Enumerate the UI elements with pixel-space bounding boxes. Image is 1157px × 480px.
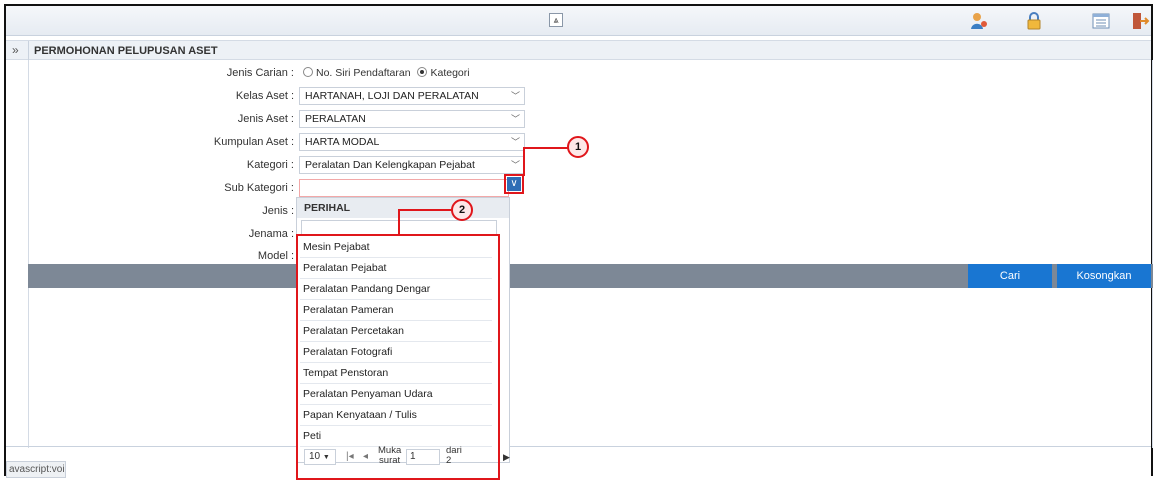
sub-category-label: Sub Kategori : xyxy=(224,182,294,194)
asset-class-select[interactable]: HARTANAH, LOJI DAN PERALATAN ﹀ xyxy=(299,87,525,105)
type-label: Jenis : xyxy=(262,205,294,217)
search-form: Jenis Carian : No. Siri Pendaftaran Kate… xyxy=(28,60,1153,264)
sub-category-dropdown-button[interactable]: ∨ xyxy=(507,177,521,191)
dropdown-option[interactable]: Peralatan Fotografi xyxy=(300,342,492,363)
list-icon[interactable] xyxy=(1091,11,1111,31)
radio-category[interactable] xyxy=(417,67,428,77)
radio-serial-number[interactable] xyxy=(303,67,313,77)
logout-icon[interactable] xyxy=(1130,11,1150,31)
category-value: Peralatan Dan Kelengkapan Pejabat xyxy=(305,159,475,171)
dropdown-arrow-icon: ▼ xyxy=(322,454,330,461)
header-divider xyxy=(28,41,29,61)
dropdown-option[interactable]: Papan Kenyataan / Tulis xyxy=(300,405,492,426)
brand-label: Jenama : xyxy=(248,228,294,240)
callout-2-line-h xyxy=(398,209,452,211)
asset-class-value: HARTANAH, LOJI DAN PERALATAN xyxy=(305,90,479,102)
app-window: ⩓ » PERMOHONAN PELUPUSAN ASET Jenis Cari… xyxy=(4,4,1153,480)
dropdown-option[interactable]: Tempat Penstoran xyxy=(300,363,492,384)
radio-serial-number-label: No. Siri Pendaftaran xyxy=(316,67,411,79)
dropdown-pager: 10 ▼ |◂ ◂ Muka surat 1 dari 2 xyxy=(300,446,492,469)
callout-1: 1 xyxy=(567,136,589,158)
clear-button[interactable]: Kosongkan xyxy=(1057,264,1151,288)
page-title: PERMOHONAN PELUPUSAN ASET xyxy=(34,45,218,57)
next-page-icon[interactable]: ▶ xyxy=(503,452,510,463)
callout-1-line-v xyxy=(523,148,525,176)
prev-page-icon[interactable]: ◂ xyxy=(363,451,368,462)
first-page-icon[interactable]: |◂ xyxy=(346,451,354,462)
top-toolbar: ⩓ xyxy=(6,6,1151,36)
dropdown-option[interactable]: Peti xyxy=(300,426,492,447)
chevron-down-icon: ﹀ xyxy=(510,114,520,124)
page-header: » PERMOHONAN PELUPUSAN ASET xyxy=(6,40,1151,61)
dropdown-option[interactable]: Peralatan Pejabat xyxy=(300,258,492,279)
search-type-label: Jenis Carian : xyxy=(226,67,294,79)
category-label: Kategori : xyxy=(246,159,294,171)
status-bar: avascript:void(0) xyxy=(6,461,66,478)
asset-group-value: HARTA MODAL xyxy=(305,136,380,148)
asset-class-label: Kelas Aset : xyxy=(235,90,294,102)
collapse-up-button[interactable]: ⩓ xyxy=(549,13,563,27)
dropdown-option[interactable]: Mesin Pejabat xyxy=(300,237,492,258)
page-size-select[interactable]: 10 ▼ xyxy=(304,449,336,465)
page-size-value: 10 xyxy=(309,451,321,462)
callout-2-line-v xyxy=(398,210,400,236)
model-label: Model : xyxy=(257,250,294,262)
dropdown-option[interactable]: Peralatan Penyaman Udara xyxy=(300,384,492,405)
search-type-group: No. Siri Pendaftaran Kategori xyxy=(303,67,470,79)
chevron-down-icon: ﹀ xyxy=(510,91,520,101)
category-select[interactable]: Peralatan Dan Kelengkapan Pejabat ﹀ xyxy=(299,156,525,174)
chevron-down-icon: ﹀ xyxy=(510,160,520,170)
page-number-input[interactable]: 1 xyxy=(406,449,440,465)
asset-type-label: Jenis Aset : xyxy=(237,113,294,125)
asset-type-value: PERALATAN xyxy=(305,113,366,125)
sub-category-input[interactable] xyxy=(299,179,509,197)
dropdown-option[interactable]: Peralatan Percetakan xyxy=(300,321,492,342)
user-icon[interactable] xyxy=(969,11,989,31)
bottom-divider xyxy=(6,446,1151,447)
dropdown-option[interactable]: Peralatan Pameran xyxy=(300,300,492,321)
expand-sidebar-icon[interactable]: » xyxy=(12,43,19,57)
dropdown-option[interactable]: Peralatan Pandang Dengar xyxy=(300,279,492,300)
callout-2: 2 xyxy=(451,199,473,221)
total-pages-value: 2 xyxy=(446,455,452,466)
page-label: Muka surat xyxy=(378,446,401,466)
results-area xyxy=(28,288,1153,448)
chevron-down-icon: ∨ xyxy=(510,178,518,189)
action-bar: Cari Kosongkan xyxy=(28,264,1153,288)
chevron-down-icon: ﹀ xyxy=(510,137,520,147)
lock-icon[interactable] xyxy=(1024,11,1044,31)
callout-1-line-h xyxy=(523,147,569,149)
asset-group-label: Kumpulan Aset : xyxy=(213,136,294,148)
dropdown-header: PERIHAL xyxy=(297,198,509,218)
total-pages: dari 2 xyxy=(446,446,462,466)
search-button[interactable]: Cari xyxy=(968,264,1052,288)
page-label-line2: surat xyxy=(379,455,401,466)
asset-type-select[interactable]: PERALATAN ﹀ xyxy=(299,110,525,128)
radio-category-label: Kategori xyxy=(430,67,470,79)
asset-group-select[interactable]: HARTA MODAL ﹀ xyxy=(299,133,525,151)
